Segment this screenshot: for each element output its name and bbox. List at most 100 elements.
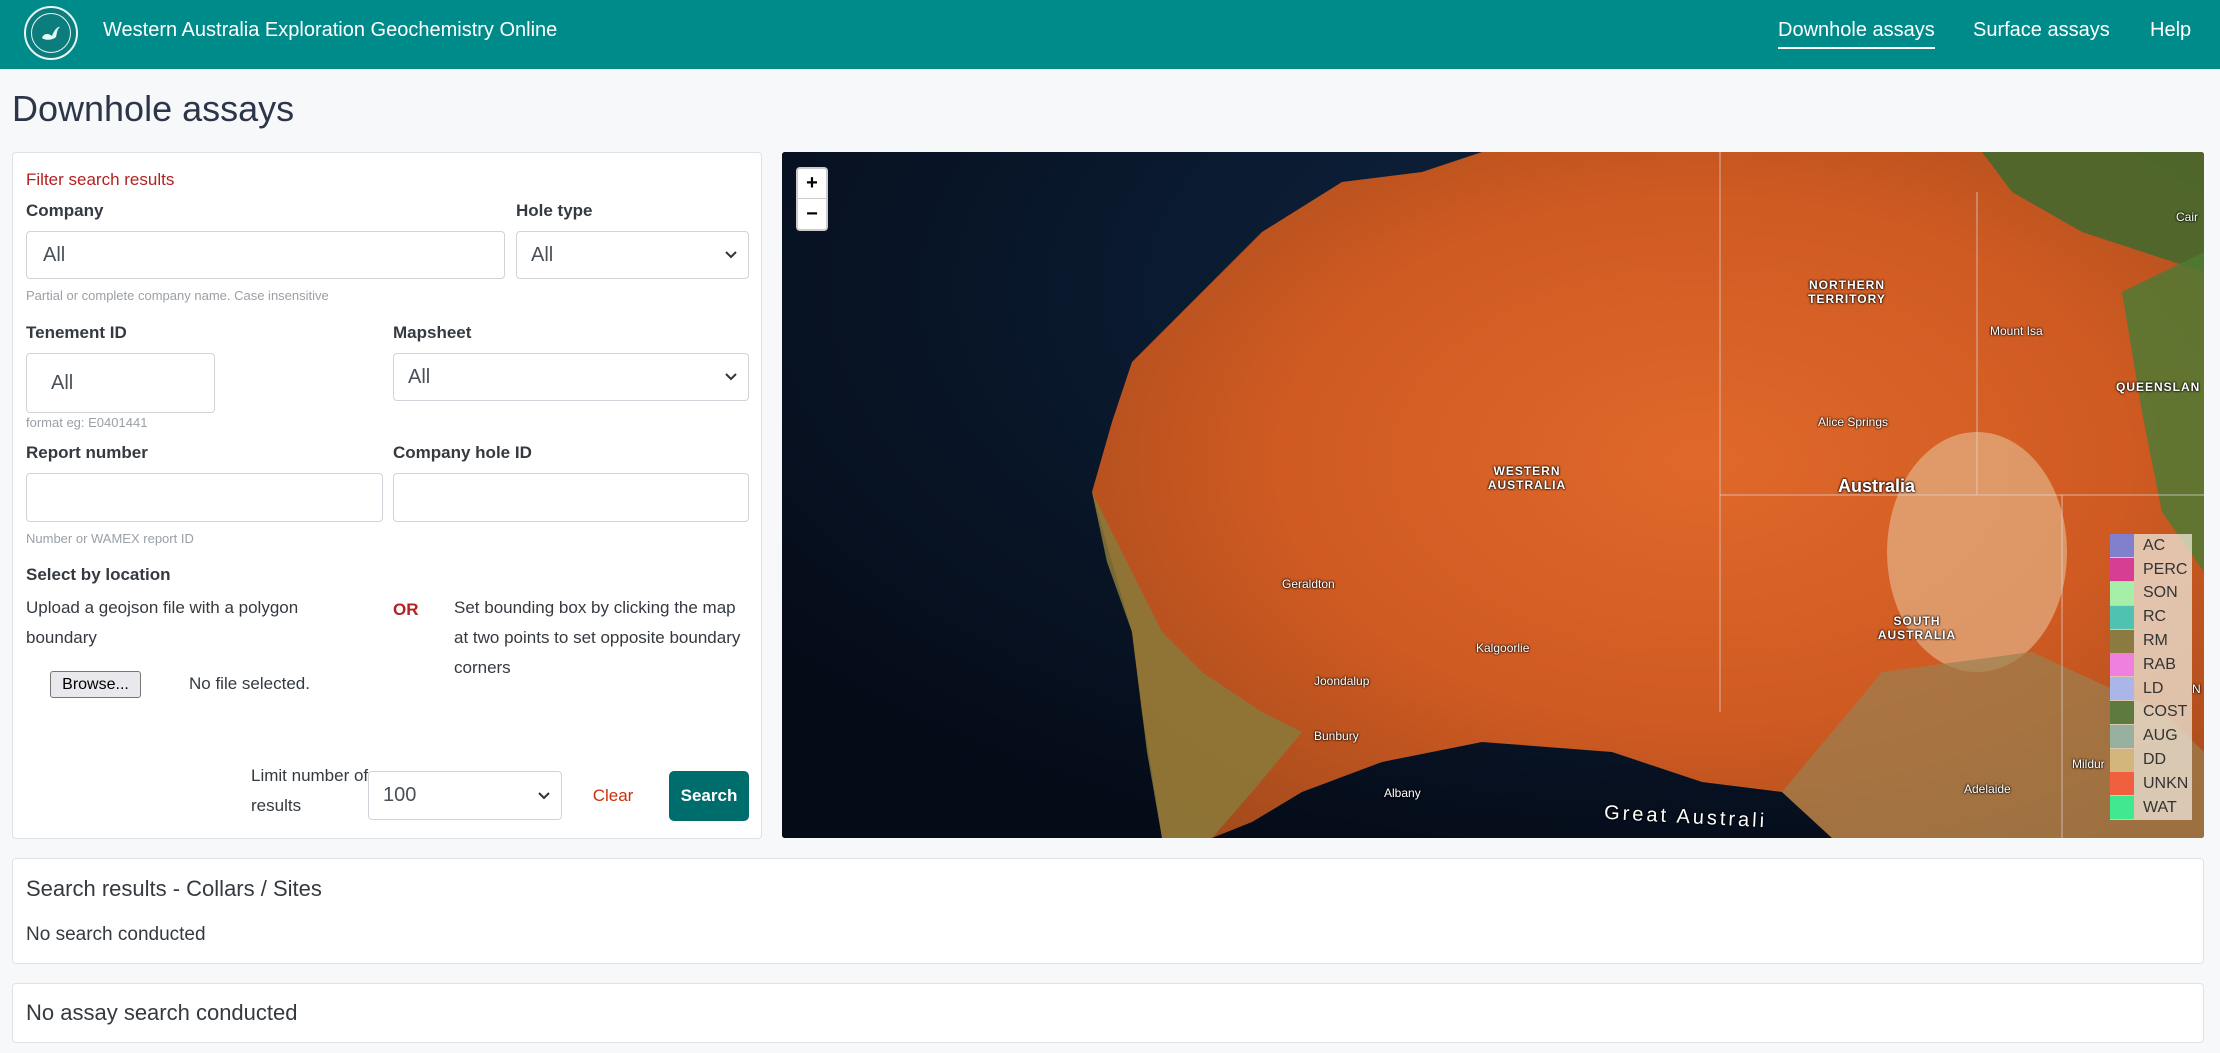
search-button[interactable]: Search: [669, 771, 749, 821]
company-input[interactable]: All: [26, 231, 505, 279]
legend-label: PERC: [2143, 560, 2188, 578]
top-navbar: Western Australia Exploration Geochemist…: [0, 0, 2220, 69]
legend-label: RC: [2143, 608, 2167, 626]
bounding-box-text: Set bounding box by clicking the map at …: [454, 598, 741, 677]
nav-downhole-assays[interactable]: Downhole assays: [1778, 19, 1935, 49]
legend-item: AUG: [2110, 724, 2192, 748]
legend-label: AC: [2143, 536, 2166, 554]
search-results-status: No search conducted: [26, 924, 206, 945]
hole-type-legend: AC PERC SON RC RM RAB LD COST AUG DD UNK…: [2110, 534, 2192, 820]
label-joondalup: Joondalup: [1314, 674, 1370, 688]
label-western-australia: WESTERN AUSTRALIA: [1487, 464, 1567, 492]
label-australia: Australia: [1838, 476, 1916, 496]
legend-item: UNKN: [2110, 772, 2192, 796]
legend-label: WAT: [2143, 798, 2177, 816]
chevron-down-icon: [725, 373, 737, 381]
report-number-input[interactable]: [26, 473, 383, 522]
or-separator: OR: [393, 600, 419, 619]
satellite-map-image: [782, 152, 2204, 838]
chevron-down-icon: [538, 791, 550, 799]
legend-swatch: [2110, 629, 2134, 653]
legend-label: AUG: [2143, 727, 2178, 745]
clear-button[interactable]: Clear: [585, 771, 641, 821]
label-northern-territory: NORTHERN TERRITORY: [1808, 278, 1886, 306]
legend-item: COST: [2110, 700, 2192, 725]
legend-label: UNKN: [2143, 774, 2189, 792]
legend-item: AC: [2110, 534, 2192, 558]
label-map-edge: N: [2192, 682, 2201, 696]
legend-swatch: [2110, 534, 2134, 558]
legend-swatch: [2110, 796, 2134, 820]
zoom-control: + −: [796, 167, 828, 231]
limit-results-select[interactable]: 100: [368, 771, 562, 820]
site-title[interactable]: Western Australia Exploration Geochemist…: [103, 19, 557, 42]
label-alice-springs: Alice Springs: [1818, 415, 1889, 429]
no-file-selected-text: No file selected.: [189, 674, 310, 693]
label-mildura: Mildur: [2072, 757, 2105, 771]
tenement-label: Tenement ID: [26, 323, 127, 342]
tenement-hint: format eg: E0401441: [26, 415, 148, 430]
label-bunbury: Bunbury: [1314, 729, 1359, 743]
report-number-label: Report number: [26, 443, 148, 462]
legend-swatch: [2110, 772, 2134, 796]
legend-label: DD: [2143, 751, 2167, 769]
mapsheet-value: All: [408, 365, 431, 388]
company-hole-id-label: Company hole ID: [393, 443, 532, 462]
label-albany: Albany: [1384, 786, 1421, 800]
wa-government-logo-icon[interactable]: [24, 6, 78, 60]
zoom-in-button[interactable]: +: [798, 169, 826, 199]
company-label: Company: [26, 201, 104, 220]
nav-help[interactable]: Help: [2150, 19, 2191, 42]
legend-item: RM: [2110, 629, 2192, 653]
legend-swatch: [2110, 748, 2134, 772]
legend-swatch: [2110, 700, 2134, 724]
map-view[interactable]: + − NORTHERN TERRITORY WESTERN AUSTRALIA…: [782, 152, 2204, 838]
legend-item: DD: [2110, 748, 2192, 772]
label-kalgoorlie: Kalgoorlie: [1476, 641, 1530, 655]
mapsheet-label: Mapsheet: [393, 323, 472, 342]
nav-surface-assays[interactable]: Surface assays: [1973, 19, 2110, 42]
limit-results-label: Limit number of results: [251, 766, 369, 815]
label-geraldton: Geraldton: [1282, 577, 1335, 591]
limit-results-value: 100: [383, 784, 417, 806]
hole-type-select[interactable]: All: [516, 231, 749, 279]
label-queensland: QUEENSLAN: [2116, 380, 2201, 394]
legend-swatch: [2110, 605, 2134, 629]
label-south-australia: SOUTH AUSTRALIA: [1877, 614, 1957, 642]
chevron-down-icon: [725, 251, 737, 259]
mapsheet-select[interactable]: All: [393, 353, 749, 401]
filter-heading: Filter search results: [26, 170, 175, 189]
legend-swatch: [2110, 724, 2134, 748]
legend-label: COST: [2143, 703, 2188, 721]
search-results-panel: Search results - Collars / Sites No sear…: [12, 858, 2204, 964]
company-hint: Partial or complete company name. Case i…: [26, 288, 329, 303]
legend-item: SON: [2110, 581, 2192, 606]
legend-item: WAT: [2110, 796, 2192, 820]
select-by-location-label: Select by location: [26, 565, 171, 584]
legend-swatch: [2110, 558, 2134, 582]
legend-item: RAB: [2110, 653, 2192, 677]
hole-type-label: Hole type: [516, 201, 593, 220]
label-mount-isa: Mount Isa: [1990, 324, 2043, 338]
legend-item: LD: [2110, 677, 2192, 701]
legend-swatch: [2110, 581, 2134, 605]
tenement-input[interactable]: All: [26, 353, 215, 413]
legend-item: RC: [2110, 605, 2192, 629]
company-hole-id-input[interactable]: [393, 473, 749, 522]
legend-label: LD: [2143, 679, 2164, 697]
swan-icon: [42, 26, 60, 40]
filter-panel: Filter search results Company All Partia…: [12, 152, 762, 839]
legend-label: RM: [2143, 632, 2168, 650]
search-results-title: Search results - Collars / Sites: [26, 876, 322, 901]
label-cairns: Cair: [2176, 210, 2199, 224]
browse-button[interactable]: Browse...: [50, 671, 141, 698]
zoom-out-button[interactable]: −: [798, 199, 826, 229]
legend-label: RAB: [2143, 655, 2176, 673]
label-adelaide: Adelaide: [1964, 782, 2011, 796]
legend-swatch: [2110, 677, 2134, 701]
assay-results-panel: No assay search conducted: [12, 983, 2204, 1043]
assay-results-title: No assay search conducted: [26, 1000, 298, 1025]
hole-type-value: All: [531, 243, 554, 266]
report-number-hint: Number or WAMEX report ID: [26, 531, 194, 546]
upload-geojson-text: Upload a geojson file with a polygon bou…: [26, 598, 299, 647]
